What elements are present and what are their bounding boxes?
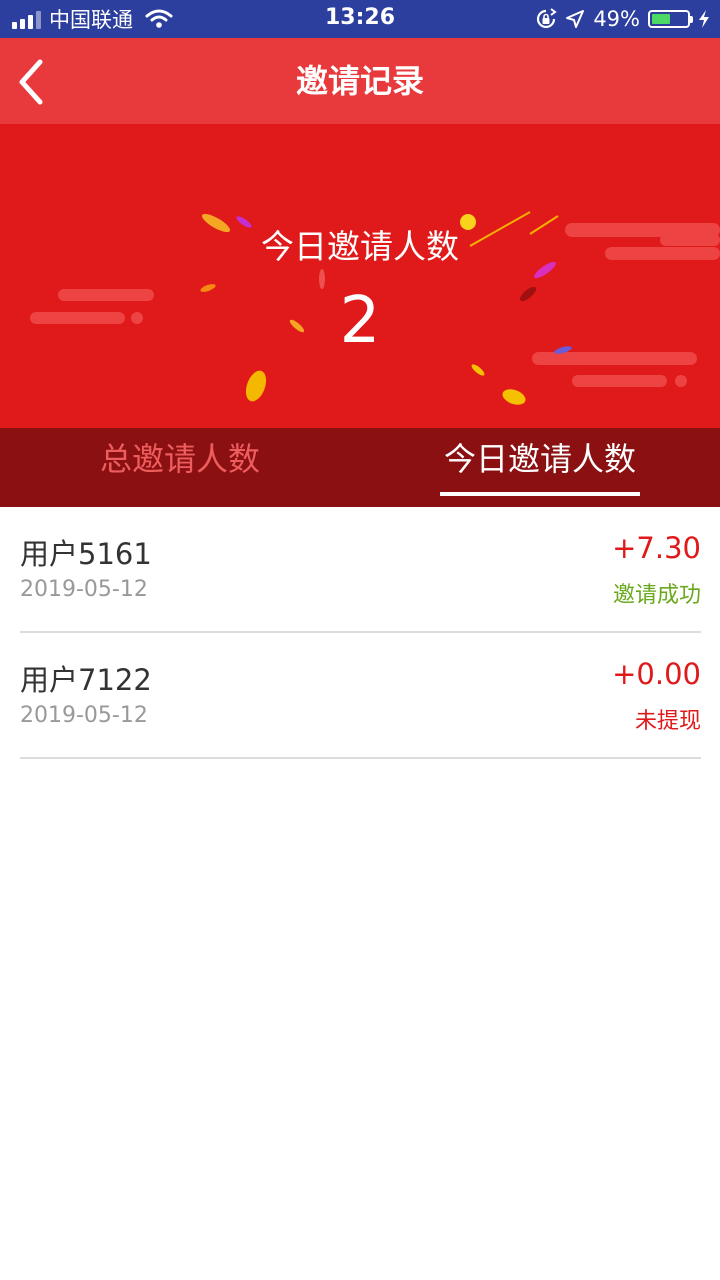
record-status: 未提现 bbox=[634, 709, 701, 734]
banner-label: 今日邀请人数 bbox=[261, 227, 459, 266]
record-date: 2019-05-12 bbox=[20, 703, 148, 728]
active-tab-indicator bbox=[440, 492, 640, 496]
page-title: 邀请记录 bbox=[295, 62, 424, 100]
battery-icon bbox=[648, 10, 693, 28]
status-bar: 中国联通 13:26 49% bbox=[0, 0, 720, 38]
record-date: 2019-05-12 bbox=[20, 577, 148, 602]
today-invite-count: 2 bbox=[339, 284, 381, 358]
confetti-decoration bbox=[30, 211, 720, 405]
record-user: 用户5161 bbox=[20, 537, 152, 571]
tab-bar: 总邀请人数 今日邀请人数 bbox=[0, 428, 720, 507]
nav-bar: 邀请记录 bbox=[0, 38, 720, 125]
orientation-lock-icon bbox=[537, 8, 557, 29]
record-amount: +0.00 bbox=[612, 657, 701, 691]
invite-record-list: 用户5161 2019-05-12 +7.30 邀请成功 用户7122 2019… bbox=[20, 507, 701, 759]
record-user: 用户7122 bbox=[20, 663, 152, 697]
battery-percent: 49% bbox=[593, 7, 640, 31]
tab-today-label: 今日邀请人数 bbox=[443, 440, 636, 478]
charging-icon bbox=[699, 10, 709, 28]
tab-total-invites[interactable]: 总邀请人数 bbox=[0, 428, 360, 507]
location-icon bbox=[566, 10, 585, 28]
list-item[interactable]: 用户5161 2019-05-12 +7.30 邀请成功 bbox=[20, 507, 701, 633]
list-item[interactable]: 用户7122 2019-05-12 +0.00 未提现 bbox=[20, 633, 701, 759]
record-amount: +7.30 bbox=[612, 531, 701, 565]
record-status: 邀请成功 bbox=[612, 583, 701, 608]
tab-today-invites[interactable]: 今日邀请人数 bbox=[360, 428, 720, 507]
status-right: 49% bbox=[535, 5, 710, 33]
today-invite-banner: 今日邀请人数 2 bbox=[0, 124, 720, 428]
